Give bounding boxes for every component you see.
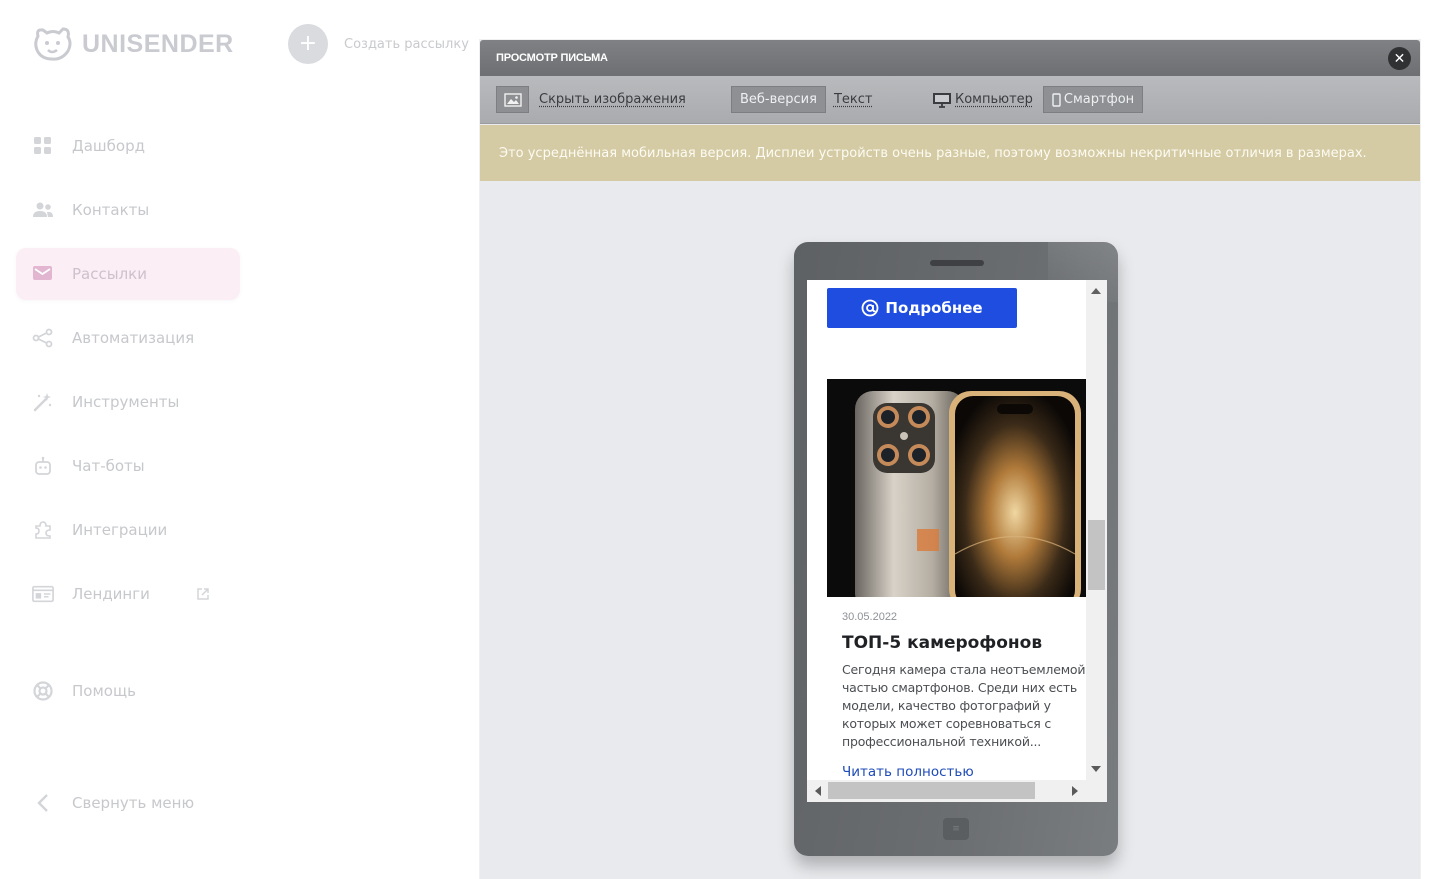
web-version-tab[interactable]: Веб-версия — [731, 86, 826, 113]
scroll-left-icon[interactable] — [815, 786, 821, 796]
at-sign-icon — [861, 299, 879, 317]
sidebar-item-integrations[interactable]: Интеграции — [16, 504, 240, 556]
phone-mockup: Подробнее 30.05.2022 ТОП-5 камерофонов С… — [794, 242, 1118, 856]
horizontal-scrollbar[interactable] — [807, 780, 1086, 802]
robot-icon — [32, 455, 54, 477]
logo[interactable]: UNISENDER — [32, 26, 234, 62]
sidebar-item-label: Дашборд — [72, 137, 145, 155]
contacts-icon — [32, 199, 54, 221]
smartphone-tab[interactable]: Смартфон — [1042, 86, 1144, 113]
sidebar-item-label: Инструменты — [72, 393, 180, 411]
mobile-preview-notice: Это усреднённая мобильная версия. Диспле… — [480, 125, 1420, 181]
sidebar-item-help[interactable]: Помощь — [16, 665, 240, 717]
sidebar-item-dashboard[interactable]: Дашборд — [16, 120, 240, 172]
horizontal-scroll-thumb[interactable] — [828, 782, 1035, 799]
chevron-left-icon — [32, 792, 54, 814]
sidebar-item-automation[interactable]: Автоматизация — [16, 312, 240, 364]
landing-icon — [32, 583, 54, 605]
vertical-scrollbar[interactable] — [1086, 280, 1107, 780]
magic-wand-icon — [32, 391, 54, 413]
text-version-tab[interactable]: Текст — [826, 86, 881, 113]
collapse-menu-button[interactable]: Свернуть меню — [16, 777, 240, 829]
plus-icon: + — [288, 24, 328, 64]
sidebar-item-label: Контакты — [72, 201, 150, 219]
scrollbar-corner — [1086, 780, 1107, 802]
article-date: 30.05.2022 — [842, 611, 898, 623]
email-content: Подробнее 30.05.2022 ТОП-5 камерофонов С… — [807, 280, 1086, 780]
sidebar-item-contacts[interactable]: Контакты — [16, 184, 240, 236]
preview-toolbar: Скрыть изображения Веб-версия Текст Комп… — [480, 76, 1420, 124]
article-title: ТОП-5 камерофонов — [842, 633, 1043, 653]
sidebar-item-label: Рассылки — [72, 265, 147, 283]
hide-images-label: Скрыть изображения — [539, 92, 686, 107]
logo-dog-icon — [34, 27, 72, 61]
text-version-label: Текст — [833, 92, 873, 107]
article-text: Сегодня камера стала неотъемлемой частью… — [842, 662, 1086, 749]
desktop-label: Компьютер — [955, 92, 1033, 107]
phone-home-button: ≡ — [943, 818, 969, 840]
desktop-tab[interactable]: Компьютер — [924, 86, 1041, 113]
sidebar-item-label: Интеграции — [72, 521, 168, 539]
view-mode-switch: Веб-версия Текст — [731, 86, 880, 113]
puzzle-icon — [32, 519, 54, 541]
vertical-scroll-thumb[interactable] — [1088, 520, 1105, 590]
more-details-label: Подробнее — [885, 299, 983, 317]
logo-text: UNISENDER — [82, 29, 234, 58]
web-version-label: Веб-версия — [740, 92, 817, 107]
modal-title-bar[interactable]: ПРОСМОТР ПИСЬМА ✕ — [480, 40, 1420, 76]
sidebar-item-label: Чат-боты — [72, 457, 145, 475]
scroll-up-icon[interactable] — [1091, 288, 1101, 294]
mail-icon — [32, 263, 54, 285]
scroll-down-icon[interactable] — [1091, 766, 1101, 772]
sidebar-item-label: Лендинги — [72, 585, 150, 603]
smartphone-product-image — [827, 379, 1086, 597]
device-switch: Компьютер Смартфон — [924, 86, 1144, 113]
sidebar-item-label: Помощь — [72, 682, 136, 700]
close-button[interactable]: ✕ — [1388, 47, 1411, 70]
monitor-icon — [933, 92, 951, 108]
hide-images-button[interactable]: Скрыть изображения — [496, 86, 686, 113]
smartphone-icon — [1052, 92, 1061, 107]
automation-icon — [32, 327, 54, 349]
external-link-icon[interactable] — [196, 587, 210, 601]
phone-speaker — [930, 260, 984, 266]
lifebuoy-icon — [32, 680, 54, 702]
modal-title: ПРОСМОТР ПИСЬМА — [496, 52, 608, 64]
create-campaign-label: Создать рассылку — [344, 36, 469, 52]
more-details-button[interactable]: Подробнее — [827, 288, 1017, 328]
scroll-right-icon[interactable] — [1072, 786, 1078, 796]
create-campaign-button[interactable]: + Создать рассылку — [288, 24, 469, 64]
dashboard-icon — [32, 135, 54, 157]
sidebar-item-tools[interactable]: Инструменты — [16, 376, 240, 428]
sidebar-item-chatbots[interactable]: Чат-боты — [16, 440, 240, 492]
sidebar-item-landings[interactable]: Лендинги — [16, 568, 240, 620]
smartphone-label: Смартфон — [1063, 92, 1135, 107]
read-more-link[interactable]: Читать полностью — [842, 764, 974, 780]
email-preview-modal: ПРОСМОТР ПИСЬМА ✕ Скрыть изображения Веб… — [480, 40, 1420, 879]
sidebar-item-campaigns[interactable]: Рассылки — [16, 248, 240, 300]
image-icon — [496, 86, 529, 113]
sidebar-item-label: Свернуть меню — [72, 794, 195, 812]
sidebar-item-label: Автоматизация — [72, 329, 195, 347]
phone-screen[interactable]: Подробнее 30.05.2022 ТОП-5 камерофонов С… — [807, 280, 1107, 802]
